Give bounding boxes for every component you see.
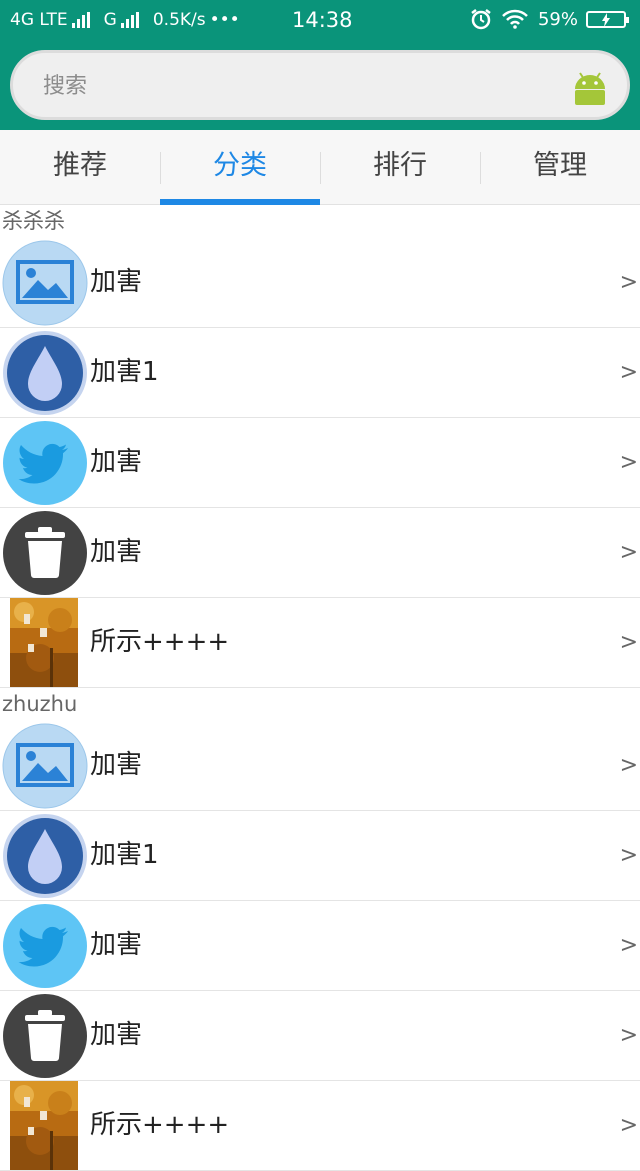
list-item[interactable]: 所示++++ > bbox=[0, 598, 640, 688]
list-item[interactable]: 加害 > bbox=[0, 508, 640, 598]
autumn-photo-icon bbox=[10, 1081, 78, 1170]
search-bar[interactable] bbox=[10, 50, 630, 120]
trash-icon bbox=[3, 511, 87, 595]
image-icon bbox=[2, 240, 88, 326]
tab-bar: 推荐 分类 排行 管理 bbox=[0, 130, 640, 205]
android-icon[interactable] bbox=[571, 67, 609, 105]
list-item[interactable]: 加害 > bbox=[0, 721, 640, 811]
list-item[interactable]: 所示++++ > bbox=[0, 1081, 640, 1171]
list-item[interactable]: 加害 > bbox=[0, 991, 640, 1081]
image-icon bbox=[2, 723, 88, 809]
list-item[interactable]: 加害1 > bbox=[0, 328, 640, 418]
status-left: 4G LTE G 0.5K/s ••• bbox=[10, 10, 240, 30]
network-type-label-2: G bbox=[103, 10, 117, 30]
twitter-bird-icon bbox=[3, 904, 87, 988]
signal-icon-2 bbox=[120, 12, 141, 28]
chevron-right-icon: > bbox=[619, 270, 638, 295]
item-label: 加害1 bbox=[90, 840, 159, 870]
item-label: 加害 bbox=[90, 267, 143, 297]
autumn-photo-icon bbox=[10, 598, 78, 687]
chevron-right-icon: > bbox=[619, 753, 638, 778]
battery-percent: 59% bbox=[537, 8, 578, 30]
item-label: 加害 bbox=[90, 537, 143, 567]
network-speed: 0.5K/s bbox=[152, 10, 206, 30]
item-label: 加害 bbox=[90, 750, 143, 780]
status-right: 59% bbox=[470, 8, 629, 30]
list-item[interactable]: 加害 > bbox=[0, 901, 640, 991]
chevron-right-icon: > bbox=[619, 1113, 638, 1138]
tab-ranking[interactable]: 排行 bbox=[320, 130, 480, 204]
group-title: 杀杀杀 bbox=[2, 209, 65, 233]
list-item[interactable]: 加害 > bbox=[0, 418, 640, 508]
chevron-right-icon: > bbox=[619, 1023, 638, 1048]
app-header: 4G LTE G 0.5K/s ••• 14:38 59% bbox=[0, 0, 640, 130]
alarm-icon bbox=[471, 9, 491, 30]
chevron-right-icon: > bbox=[619, 450, 638, 475]
chevron-right-icon: > bbox=[619, 360, 638, 385]
network-type-label: 4G LTE bbox=[10, 10, 68, 30]
item-label: 所示++++ bbox=[90, 1110, 230, 1140]
list-item[interactable]: 加害 > bbox=[0, 238, 640, 328]
wifi-icon bbox=[502, 9, 528, 29]
tab-manage[interactable]: 管理 bbox=[480, 130, 640, 204]
group-title: zhuzhu bbox=[2, 692, 78, 716]
chevron-right-icon: > bbox=[619, 540, 638, 565]
category-list: 杀杀杀 加害 > 加害1 > 加害 > 加害 > 所示++++ > zhuzhu… bbox=[0, 205, 640, 1171]
chevron-right-icon: > bbox=[619, 630, 638, 655]
tab-category[interactable]: 分类 bbox=[160, 130, 320, 205]
signal-icon bbox=[71, 12, 92, 28]
item-label: 加害 bbox=[90, 1020, 143, 1050]
item-label: 所示++++ bbox=[90, 627, 230, 657]
battery-icon bbox=[586, 10, 629, 28]
tab-recommend[interactable]: 推荐 bbox=[0, 130, 160, 204]
list-item[interactable]: 加害1 > bbox=[0, 811, 640, 901]
status-bar: 4G LTE G 0.5K/s ••• 14:38 59% bbox=[0, 0, 640, 42]
item-label: 加害 bbox=[90, 930, 143, 960]
item-label: 加害 bbox=[90, 447, 143, 477]
twitter-bird-icon bbox=[3, 421, 87, 505]
search-input[interactable] bbox=[41, 65, 545, 107]
more-notifications-icon: ••• bbox=[209, 10, 240, 30]
clock: 14:38 bbox=[292, 8, 353, 32]
item-label: 加害1 bbox=[90, 357, 159, 387]
trash-icon bbox=[3, 994, 87, 1078]
chevron-right-icon: > bbox=[619, 933, 638, 958]
water-drop-icon bbox=[3, 331, 87, 415]
water-drop-icon bbox=[3, 814, 87, 898]
chevron-right-icon: > bbox=[619, 843, 638, 868]
